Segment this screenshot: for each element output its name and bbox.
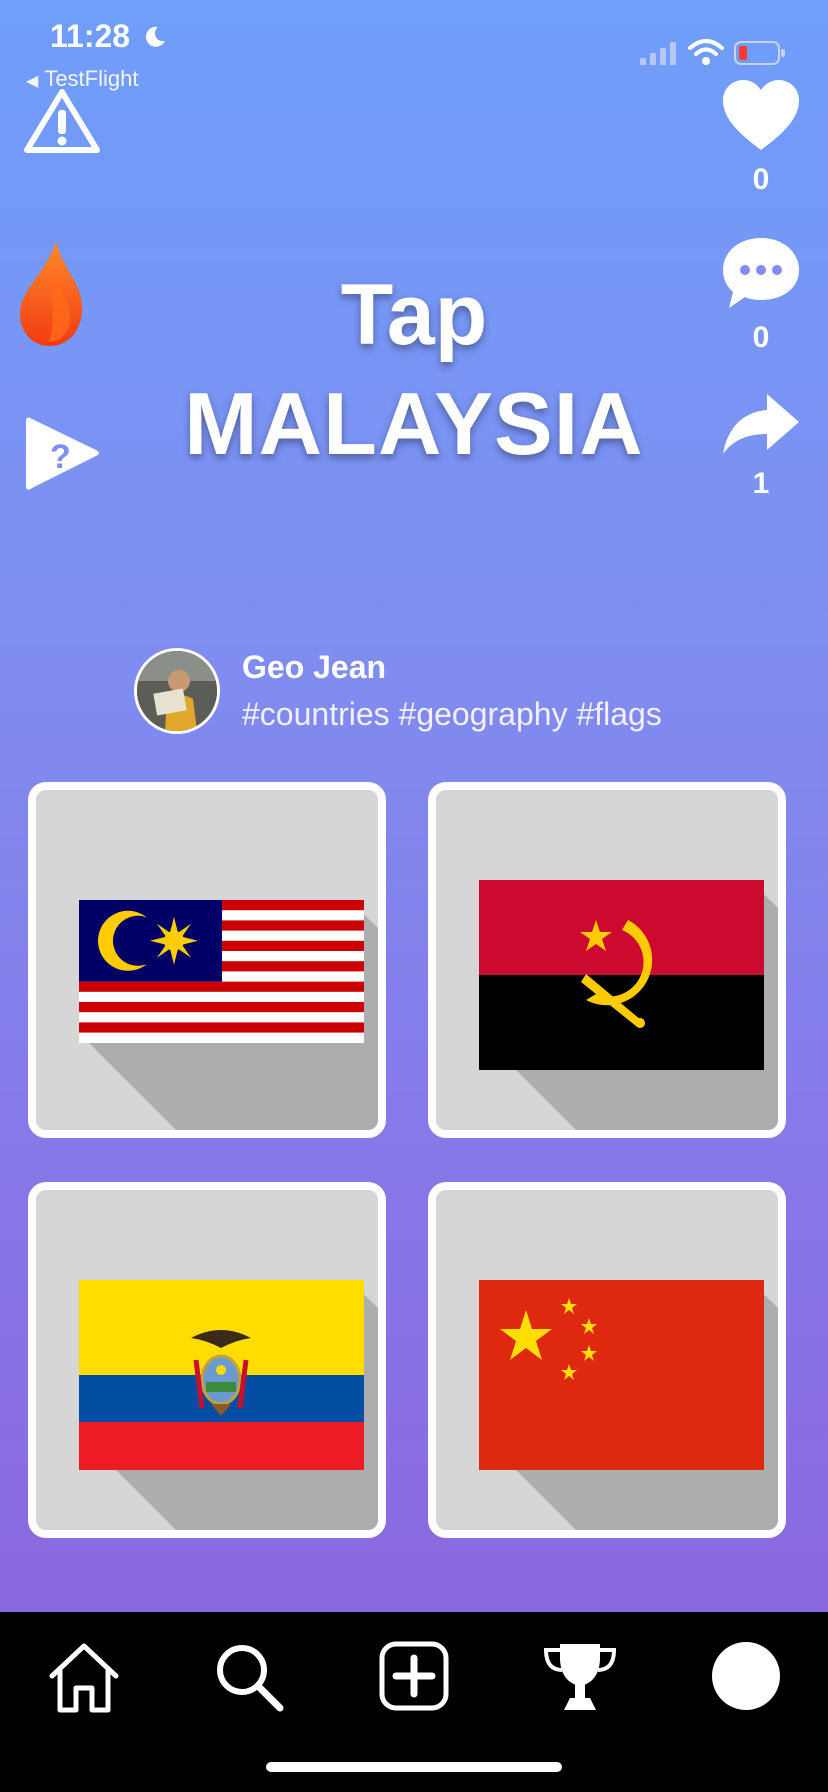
author-name[interactable]: Geo Jean (242, 649, 662, 686)
author-hashtags[interactable]: #countries #geography #flags (242, 696, 662, 733)
prompt-instruction: Tap (340, 267, 488, 363)
flag-option-malaysia[interactable] (28, 782, 386, 1138)
status-time: 11:28 (50, 18, 167, 55)
avatar[interactable] (134, 648, 220, 734)
moon-icon (145, 26, 165, 47)
nav-search[interactable] (208, 1638, 288, 1718)
china-flag-icon (479, 1280, 778, 1530)
nav-create[interactable] (374, 1638, 454, 1718)
flag-option-ecuador[interactable] (28, 1182, 386, 1538)
nav-profile[interactable] (706, 1638, 786, 1718)
status-icons (638, 38, 788, 68)
ecuador-flag-icon (79, 1280, 378, 1530)
author-info[interactable]: Geo Jean #countries #geography #flags (134, 648, 662, 734)
status-time-text: 11:28 (50, 18, 131, 54)
like-count: 0 (752, 163, 770, 196)
home-indicator[interactable] (266, 1762, 562, 1772)
angola-flag-icon (479, 880, 778, 1130)
warning-icon (24, 89, 100, 153)
create-icon (379, 1641, 449, 1711)
search-icon (217, 1645, 284, 1712)
signal-icon (640, 42, 676, 65)
heart-icon (723, 80, 799, 150)
flag-option-angola[interactable] (428, 782, 786, 1138)
like-button[interactable]: 0 (716, 80, 806, 197)
nav-home[interactable] (44, 1638, 124, 1718)
home-icon (49, 1643, 119, 1713)
prompt-country: MALAYSIA (184, 374, 644, 473)
flag-option-china[interactable] (428, 1182, 786, 1538)
nav-leaderboard[interactable] (540, 1638, 620, 1718)
wifi-icon (688, 39, 724, 65)
author-text: Geo Jean #countries #geography #flags (242, 649, 662, 733)
question-prompt: Tap MALAYSIA (0, 266, 828, 475)
battery-icon (734, 41, 785, 65)
profile-icon (712, 1642, 780, 1710)
trophy-icon (543, 1644, 617, 1710)
report-button[interactable] (22, 86, 102, 156)
malaysia-flag-icon (79, 900, 378, 1130)
avatar-photo (137, 651, 217, 731)
